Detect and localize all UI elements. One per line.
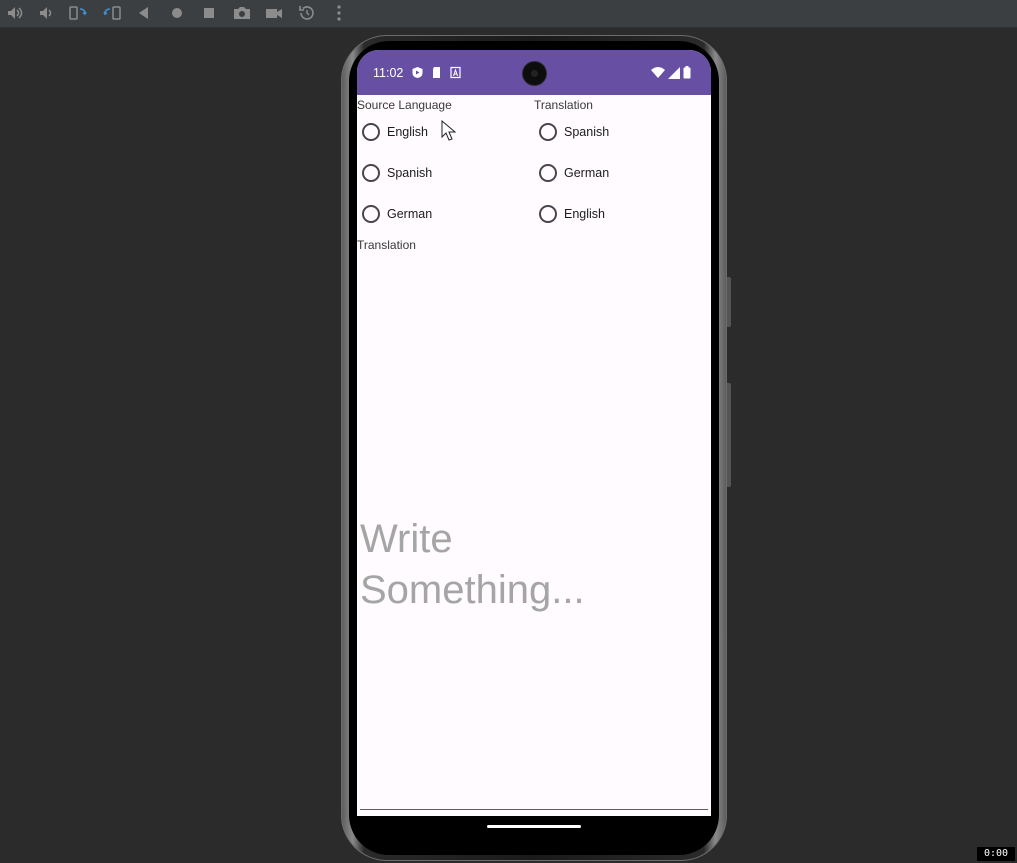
source-radio-german[interactable]: German (362, 202, 432, 226)
battery-icon (683, 66, 691, 84)
recording-timer: 0:00 (977, 847, 1015, 861)
power-button (727, 277, 731, 327)
target-radio-english[interactable]: English (539, 202, 605, 226)
source-radio-english[interactable]: English (362, 120, 428, 144)
app-content: Source Language English Spanish German T… (357, 95, 711, 816)
snapshot-restore-icon[interactable] (297, 3, 317, 23)
volume-rocker (727, 383, 731, 487)
font-a-icon (449, 66, 462, 79)
screen-record-icon[interactable] (264, 3, 284, 23)
radio-unchecked-icon[interactable] (362, 205, 380, 223)
source-language-title: Source Language (357, 98, 452, 112)
radio-label: Spanish (387, 166, 433, 180)
volume-down-icon[interactable] (37, 3, 57, 23)
device-screen: 11:02 Source Language English Spanish Ge… (357, 50, 711, 816)
radio-label: German (387, 207, 433, 221)
status-notification-icons (411, 66, 462, 79)
input-placeholder: Write Something... (360, 517, 585, 612)
target-radio-spanish[interactable]: Spanish (539, 120, 609, 144)
back-icon[interactable] (134, 3, 154, 23)
rotate-right-icon[interactable] (102, 3, 122, 23)
radio-label: English (387, 125, 428, 139)
play-protect-icon (411, 66, 424, 79)
screenshot-icon[interactable] (232, 3, 252, 23)
status-bar: 11:02 (357, 50, 711, 95)
mouse-cursor-icon (441, 119, 457, 142)
emulator-toolbar (0, 0, 1017, 28)
radio-label: German (564, 166, 610, 180)
rotate-left-icon[interactable] (68, 3, 88, 23)
wifi-icon (651, 66, 665, 84)
more-options-icon[interactable] (329, 3, 349, 23)
front-camera (522, 61, 547, 86)
radio-unchecked-icon[interactable] (539, 123, 557, 141)
volume-up-icon[interactable] (5, 3, 25, 23)
sd-card-icon (430, 66, 443, 79)
home-icon[interactable] (167, 3, 187, 23)
radio-unchecked-icon[interactable] (539, 164, 557, 182)
radio-unchecked-icon[interactable] (362, 164, 380, 182)
target-radio-german[interactable]: German (539, 161, 609, 185)
input-underline (360, 809, 708, 810)
radio-unchecked-icon[interactable] (539, 205, 557, 223)
target-language-title: Translation (534, 98, 593, 112)
radio-label: English (564, 207, 605, 221)
status-time: 11:02 (373, 66, 404, 80)
status-system-icons (651, 66, 691, 84)
overview-icon[interactable] (199, 3, 219, 23)
text-input-field[interactable]: Write Something... (360, 245, 708, 810)
gesture-handle[interactable] (487, 825, 581, 828)
source-radio-spanish[interactable]: Spanish (362, 161, 432, 185)
radio-unchecked-icon[interactable] (362, 123, 380, 141)
navigation-bar (357, 816, 711, 838)
radio-label: Spanish (564, 125, 610, 139)
signal-icon (668, 66, 680, 84)
